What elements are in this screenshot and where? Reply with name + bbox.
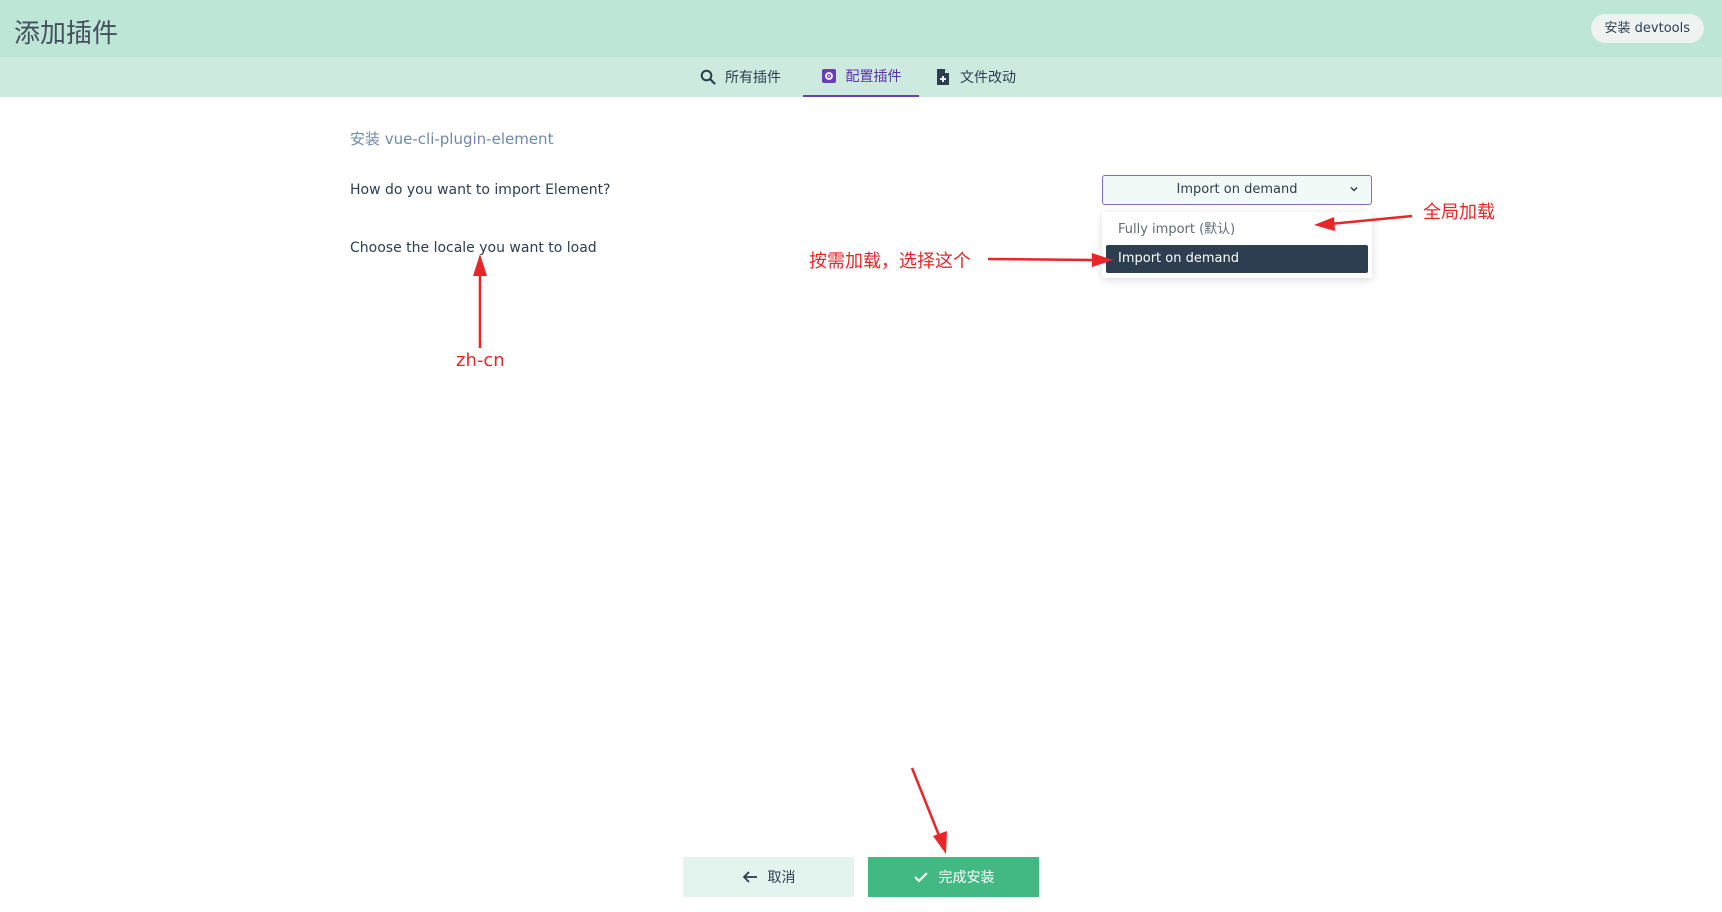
option-fully-import[interactable]: Fully import (默认) [1106,216,1368,244]
tab-label: 文件改动 [960,70,1016,86]
import-dropdown-menu: Fully import (默认) Import on demand [1102,212,1372,278]
annotation-arrows [473,214,1413,854]
chevron-down-icon [1350,186,1358,192]
finish-label: 完成安装 [938,870,995,886]
tab-bar: 所有插件 配置插件 文件改动 [0,57,1722,97]
cancel-button[interactable]: 取消 [683,857,854,897]
top-bar: 添加插件 安装 devtools [0,0,1722,57]
tab-label: 所有插件 [725,70,781,86]
search-icon [700,69,716,85]
tab-file-changes[interactable]: 文件改动 [935,57,1016,97]
arrow-to-import-on-demand [987,253,1113,267]
tab-all-plugins[interactable]: 所有插件 [700,57,781,97]
import-prompt: How do you want to import Element? [350,182,611,198]
import-select[interactable]: Import on demand [1102,175,1372,205]
annotation-full-load: 全局加载 [1423,202,1495,223]
tab-configure-plugin[interactable]: 配置插件 [803,57,919,97]
arrow-to-finish-button [910,767,947,854]
tab-label: 配置插件 [845,69,902,85]
arrow-left-icon [742,871,757,883]
option-import-on-demand[interactable]: Import on demand [1106,245,1368,273]
section-title: 安装 vue-cli-plugin-element [350,130,554,148]
arrow-to-locale [473,254,487,348]
page-title: 添加插件 [14,19,119,49]
finish-install-button[interactable]: 完成安装 [868,857,1039,897]
settings-icon [821,69,836,83]
check-icon [913,872,928,883]
locale-prompt: Choose the locale you want to load [350,240,597,256]
cancel-label: 取消 [767,870,796,886]
annotation-on-demand: 按需加载，选择这个 [809,251,971,272]
annotation-locale: zh-cn [456,350,505,371]
import-select-value: Import on demand [1176,182,1298,197]
install-devtools-button[interactable]: 安装 devtools [1590,14,1704,43]
file-add-icon [937,69,949,85]
